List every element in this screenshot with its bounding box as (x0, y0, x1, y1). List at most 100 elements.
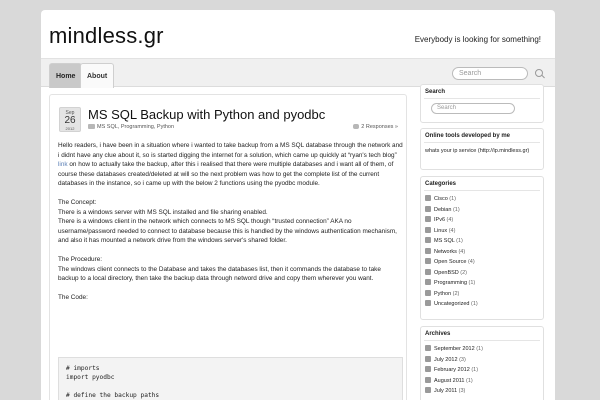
category-link[interactable]: Programming (434, 280, 467, 286)
folder-icon (88, 124, 95, 129)
rss-feed-icon[interactable] (425, 366, 431, 372)
post-date-day: 26 (64, 115, 76, 126)
post-text: There is a windows client in the network… (58, 218, 397, 244)
rss-feed-icon[interactable] (425, 268, 431, 275)
list-item[interactable]: IPv6 (4) (425, 215, 539, 226)
archive-count: (3) (458, 388, 466, 394)
rss-feed-icon[interactable] (425, 226, 431, 233)
list-item[interactable]: August 2011 (1) (425, 376, 539, 387)
category-link[interactable]: Debian (434, 207, 451, 213)
categories-widget-title: Categories (425, 181, 457, 187)
rss-feed-icon[interactable] (425, 376, 431, 383)
list-item[interactable]: Networks (4) (425, 247, 539, 258)
list-item[interactable]: July 2011 (3) (425, 386, 539, 397)
list-item[interactable]: MS SQL (1) (425, 236, 539, 247)
archive-count: (1) (471, 367, 479, 373)
post-responses[interactable]: 2 Responses » (353, 124, 398, 130)
category-link[interactable]: Cisco (434, 196, 448, 202)
rss-feed-icon[interactable] (425, 216, 431, 222)
list-item[interactable]: Linux (4) (425, 226, 539, 237)
site-title[interactable]: mindless.gr (49, 23, 164, 49)
post-text: The windows client connects to the Datab… (58, 265, 381, 283)
rss-feed-icon[interactable] (425, 387, 431, 393)
search-widget: Search Search (420, 84, 544, 123)
nav-search-input[interactable]: Search (452, 67, 528, 80)
archive-link[interactable]: July 2011 (434, 388, 457, 394)
blog-post: Sep 26 2012 MS SQL Backup with Python an… (49, 94, 407, 400)
list-item[interactable]: February 2012 (1) (425, 365, 539, 376)
category-link[interactable]: Open Source (434, 259, 466, 265)
archives-widget-title: Archives (425, 331, 451, 337)
tools-widget-title: Online tools developed by me (425, 133, 511, 139)
rss-feed-icon[interactable] (425, 345, 431, 351)
list-item[interactable]: Cisco (1) (425, 194, 539, 205)
post-responses-text[interactable]: 2 Responses » (361, 124, 398, 130)
rss-feed-icon[interactable] (425, 237, 431, 243)
tab-about[interactable]: About (80, 63, 115, 88)
category-link[interactable]: Networks (434, 249, 457, 255)
categories-list: Cisco (1) Debian (1) IPv6 (4) Linux (4) … (421, 191, 543, 313)
category-count: (1) (456, 238, 463, 244)
rss-feed-icon[interactable] (425, 195, 431, 201)
rss-feed-icon[interactable] (425, 205, 431, 212)
divider (424, 98, 540, 99)
post-categories-text[interactable]: MS SQL, Programming, Python (97, 124, 174, 130)
concept-heading: The Concept: (58, 199, 97, 206)
post-paragraph: Hello readers, i have been in a situatio… (58, 141, 403, 189)
search-widget-title: Search (425, 89, 446, 95)
archive-link[interactable]: February 2012 (434, 367, 470, 373)
procedure-section: The Procedure: The windows client connect… (58, 255, 403, 284)
rss-feed-icon[interactable] (425, 300, 431, 306)
ip-service-link[interactable]: whats your ip service (http://ip.mindles… (421, 143, 543, 159)
archive-count: (3) (459, 356, 466, 363)
list-item[interactable]: September 2012 (1) (425, 344, 539, 355)
category-link[interactable]: MS SQL (434, 238, 455, 244)
list-item[interactable]: Open Source (4) (425, 257, 539, 268)
search-icon[interactable] (535, 69, 545, 79)
post-date-badge: Sep 26 2012 (59, 107, 81, 132)
category-count: (4) (467, 259, 475, 265)
concept-section: The Concept: There is a windows server wi… (58, 198, 403, 246)
category-count: (2) (460, 269, 468, 276)
code-block: # imports import pyodbc # define the bac… (58, 357, 403, 400)
post-text: on how to actually take the backup, afte… (58, 161, 394, 187)
post-text: Hello readers, i have been in a situatio… (58, 142, 403, 159)
archive-link[interactable]: July 2012 (434, 357, 458, 363)
category-count: (4) (448, 227, 456, 234)
archive-link[interactable]: August 2011 (434, 378, 464, 384)
archives-widget: Archives September 2012 (1) July 2012 (3… (420, 326, 544, 400)
category-link[interactable]: Python (434, 291, 451, 297)
category-link[interactable]: Linux (434, 228, 447, 234)
category-count: (2) (452, 290, 460, 297)
rss-feed-icon[interactable] (425, 289, 431, 296)
post-link[interactable]: link (58, 161, 68, 168)
comment-bubble-icon (353, 124, 360, 129)
site-header: mindless.gr Everybody is looking for som… (41, 10, 555, 58)
page-wrapper: mindless.gr Everybody is looking for som… (41, 10, 555, 400)
list-item[interactable]: OpenBSD (2) (425, 268, 539, 279)
rss-feed-icon[interactable] (425, 279, 431, 285)
category-link[interactable]: Uncategorized (434, 301, 469, 307)
list-item[interactable]: Debian (1) (425, 205, 539, 216)
archive-count: (1) (476, 346, 483, 352)
sidebar-search-input[interactable]: Search (431, 103, 515, 114)
post-body: Hello readers, i have been in a situatio… (58, 141, 403, 312)
category-count: (1) (471, 301, 478, 307)
archive-link[interactable]: September 2012 (434, 346, 475, 352)
list-item[interactable]: Python (2) (425, 289, 539, 300)
list-item[interactable]: Programming (1) (425, 278, 539, 289)
list-item[interactable]: July 2012 (3) (425, 355, 539, 366)
tab-home[interactable]: Home (49, 63, 83, 88)
rss-feed-icon[interactable] (425, 258, 431, 264)
post-title[interactable]: MS SQL Backup with Python and pyodbc (88, 107, 325, 122)
rss-feed-icon[interactable] (425, 355, 431, 362)
category-link[interactable]: OpenBSD (434, 270, 459, 276)
category-count: (1) (468, 280, 476, 286)
archive-count: (1) (466, 377, 473, 384)
list-item[interactable]: Uncategorized (1) (425, 299, 539, 310)
category-link[interactable]: IPv6 (434, 217, 445, 223)
rss-feed-icon[interactable] (425, 247, 431, 254)
categories-widget: Categories Cisco (1) Debian (1) IPv6 (4)… (420, 176, 544, 320)
post-date-year: 2012 (65, 126, 75, 131)
category-count: (1) (452, 206, 460, 213)
